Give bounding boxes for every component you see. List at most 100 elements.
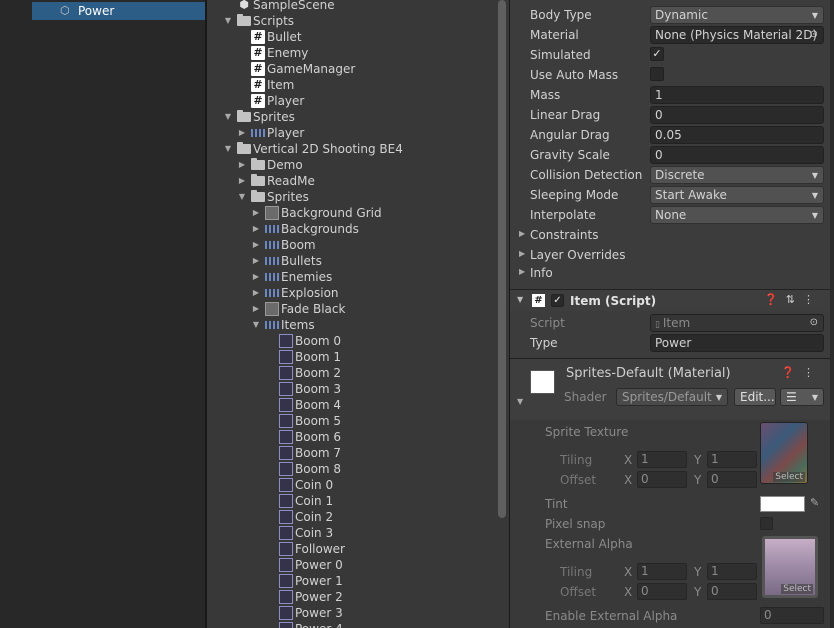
project-tree-item[interactable]: Power 3	[207, 605, 497, 621]
chevron-right-icon[interactable]: ▶	[251, 253, 261, 269]
project-tree-item[interactable]: Coin 1	[207, 493, 497, 509]
project-tree-item[interactable]: # Item	[207, 77, 497, 93]
inspector-scrollbar[interactable]	[830, 0, 834, 628]
chevron-right-icon[interactable]: ▶	[251, 285, 261, 301]
project-tree-item[interactable]: Power 4	[207, 621, 497, 628]
angular-drag-input[interactable]: 0.05	[650, 126, 824, 144]
project-tree-item[interactable]: ▶ Bullets	[207, 253, 497, 269]
body-type-dropdown[interactable]: Dynamic ▼	[650, 6, 824, 24]
project-tree-item[interactable]: # GameManager	[207, 61, 497, 77]
project-tree-item[interactable]: Coin 0	[207, 477, 497, 493]
item-script-header[interactable]: ▼ # ✓ Item (Script) ❓⇅⋮	[510, 289, 834, 311]
tiling-x-input[interactable]: 1	[637, 451, 687, 468]
project-tree-item[interactable]: Boom 3	[207, 381, 497, 397]
project-scrollbar[interactable]	[498, 0, 508, 520]
project-tree-item[interactable]: ⬢ SampleScene	[207, 0, 497, 13]
pixel-snap-checkbox[interactable]	[760, 517, 773, 530]
project-tree-item[interactable]: Boom 8	[207, 461, 497, 477]
project-tree-item[interactable]: ▶ Fade Black	[207, 301, 497, 317]
chevron-down-icon[interactable]: ▼	[517, 397, 523, 406]
tiling-y-input[interactable]: 1	[707, 451, 757, 468]
project-tree-item[interactable]: ▶ Enemies	[207, 269, 497, 285]
project-tree-item[interactable]: ▶ ReadMe	[207, 173, 497, 189]
project-scrollbar-thumb[interactable]	[498, 0, 506, 518]
linear-drag-input[interactable]: 0	[650, 106, 824, 124]
more-menu-icon[interactable]: ⋮	[803, 366, 822, 379]
project-tree-item[interactable]: Follower	[207, 541, 497, 557]
project-tree-item[interactable]: Boom 6	[207, 429, 497, 445]
chevron-down-icon[interactable]: ▼	[251, 317, 261, 333]
project-tree-item[interactable]: Power 2	[207, 589, 497, 605]
type-input[interactable]: Power	[650, 334, 824, 352]
enable-external-alpha-input[interactable]: 0	[760, 607, 824, 624]
project-tree-item[interactable]: # Player	[207, 93, 497, 109]
sprite-texture-slot[interactable]: Select	[760, 422, 808, 484]
offset-x-input[interactable]: 0	[637, 583, 687, 600]
chevron-down-icon[interactable]: ▼	[223, 13, 233, 29]
offset-y-input[interactable]: 0	[707, 583, 757, 600]
chevron-right-icon[interactable]: ▶	[251, 221, 261, 237]
chevron-down-icon[interactable]: ▼	[223, 141, 233, 157]
external-alpha-texture-slot[interactable]: Select	[762, 536, 818, 598]
layer-overrides-foldout[interactable]: ▶ Layer Overrides	[510, 245, 834, 265]
chevron-down-icon[interactable]: ▼	[223, 109, 233, 125]
project-tree-item[interactable]: Power 1	[207, 573, 497, 589]
info-foldout[interactable]: ▶ Info	[510, 263, 834, 283]
project-tree-item[interactable]: ▶ Boom	[207, 237, 497, 253]
shader-dropdown[interactable]: Sprites/Default ▼	[616, 388, 728, 406]
project-tree-item[interactable]: ▼ Vertical 2D Shooting BE4	[207, 141, 497, 157]
select-button[interactable]: Select	[773, 472, 805, 482]
project-tree-item[interactable]: ▼ Sprites	[207, 109, 497, 125]
chevron-right-icon[interactable]: ▶	[237, 157, 247, 173]
project-tree-item[interactable]: Boom 0	[207, 333, 497, 349]
project-tree-item[interactable]: ▼ Items	[207, 317, 497, 333]
project-tree-item[interactable]: ▶ Explosion	[207, 285, 497, 301]
constraints-foldout[interactable]: ▶ Constraints	[510, 225, 834, 245]
offset-y-input[interactable]: 0	[707, 471, 757, 488]
project-tree-item[interactable]: Boom 7	[207, 445, 497, 461]
project-tree-item[interactable]: # Bullet	[207, 29, 497, 45]
tiling-y-input[interactable]: 1	[707, 563, 757, 580]
edit-shader-button[interactable]: Edit...	[734, 388, 776, 406]
material-object-field[interactable]: None (Physics Material 2D) ⊙	[650, 26, 824, 44]
interpolate-dropdown[interactable]: None ▼	[650, 206, 824, 224]
project-tree-item[interactable]: ▶ Background Grid	[207, 205, 497, 221]
eyedropper-icon[interactable]: ✎	[810, 496, 819, 509]
more-menu-icon[interactable]: ⋮	[803, 293, 822, 306]
hierarchy-row-power[interactable]: ⬡ Power	[32, 2, 206, 20]
chevron-down-icon[interactable]: ▼	[517, 295, 523, 304]
mass-input[interactable]: 1	[650, 86, 824, 104]
tint-color-swatch[interactable]	[760, 496, 805, 512]
gravity-scale-input[interactable]: 0	[650, 146, 824, 164]
object-picker-icon[interactable]: ⊙	[810, 27, 818, 43]
simulated-checkbox[interactable]: ✓	[650, 47, 664, 61]
tiling-x-input[interactable]: 1	[637, 563, 687, 580]
project-tree-item[interactable]: ▼ Sprites	[207, 189, 497, 205]
project-tree-item[interactable]: # Enemy	[207, 45, 497, 61]
chevron-right-icon[interactable]: ▶	[251, 269, 261, 285]
chevron-right-icon[interactable]: ▶	[237, 173, 247, 189]
project-tree-item[interactable]: ▶ Player	[207, 125, 497, 141]
use-auto-mass-checkbox[interactable]	[650, 67, 664, 81]
chevron-right-icon[interactable]: ▶	[237, 125, 247, 141]
project-tree-item[interactable]: ▼ Scripts	[207, 13, 497, 29]
help-icon[interactable]: ❓	[781, 366, 803, 379]
presets-icon[interactable]: ⇅	[786, 293, 803, 306]
project-tree-item[interactable]: Power 0	[207, 557, 497, 573]
collision-detection-dropdown[interactable]: Discrete ▼	[650, 166, 824, 184]
project-tree-item[interactable]: Coin 2	[207, 509, 497, 525]
chevron-right-icon[interactable]: ▶	[251, 237, 261, 253]
project-tree-item[interactable]: ▶ Demo	[207, 157, 497, 173]
material-options-button[interactable]: ☰ ▼	[780, 388, 824, 406]
offset-x-input[interactable]: 0	[637, 471, 687, 488]
select-button[interactable]: Select	[781, 584, 813, 594]
project-tree-item[interactable]: Boom 1	[207, 349, 497, 365]
project-tree-item[interactable]: Boom 4	[207, 397, 497, 413]
component-enabled-checkbox[interactable]: ✓	[551, 294, 564, 307]
sleeping-mode-dropdown[interactable]: Start Awake ▼	[650, 186, 824, 204]
help-icon[interactable]: ❓	[764, 293, 786, 306]
project-tree-item[interactable]: Boom 5	[207, 413, 497, 429]
project-tree-item[interactable]: Boom 2	[207, 365, 497, 381]
project-tree-item[interactable]: ▶ Backgrounds	[207, 221, 497, 237]
chevron-down-icon[interactable]: ▼	[237, 189, 247, 205]
